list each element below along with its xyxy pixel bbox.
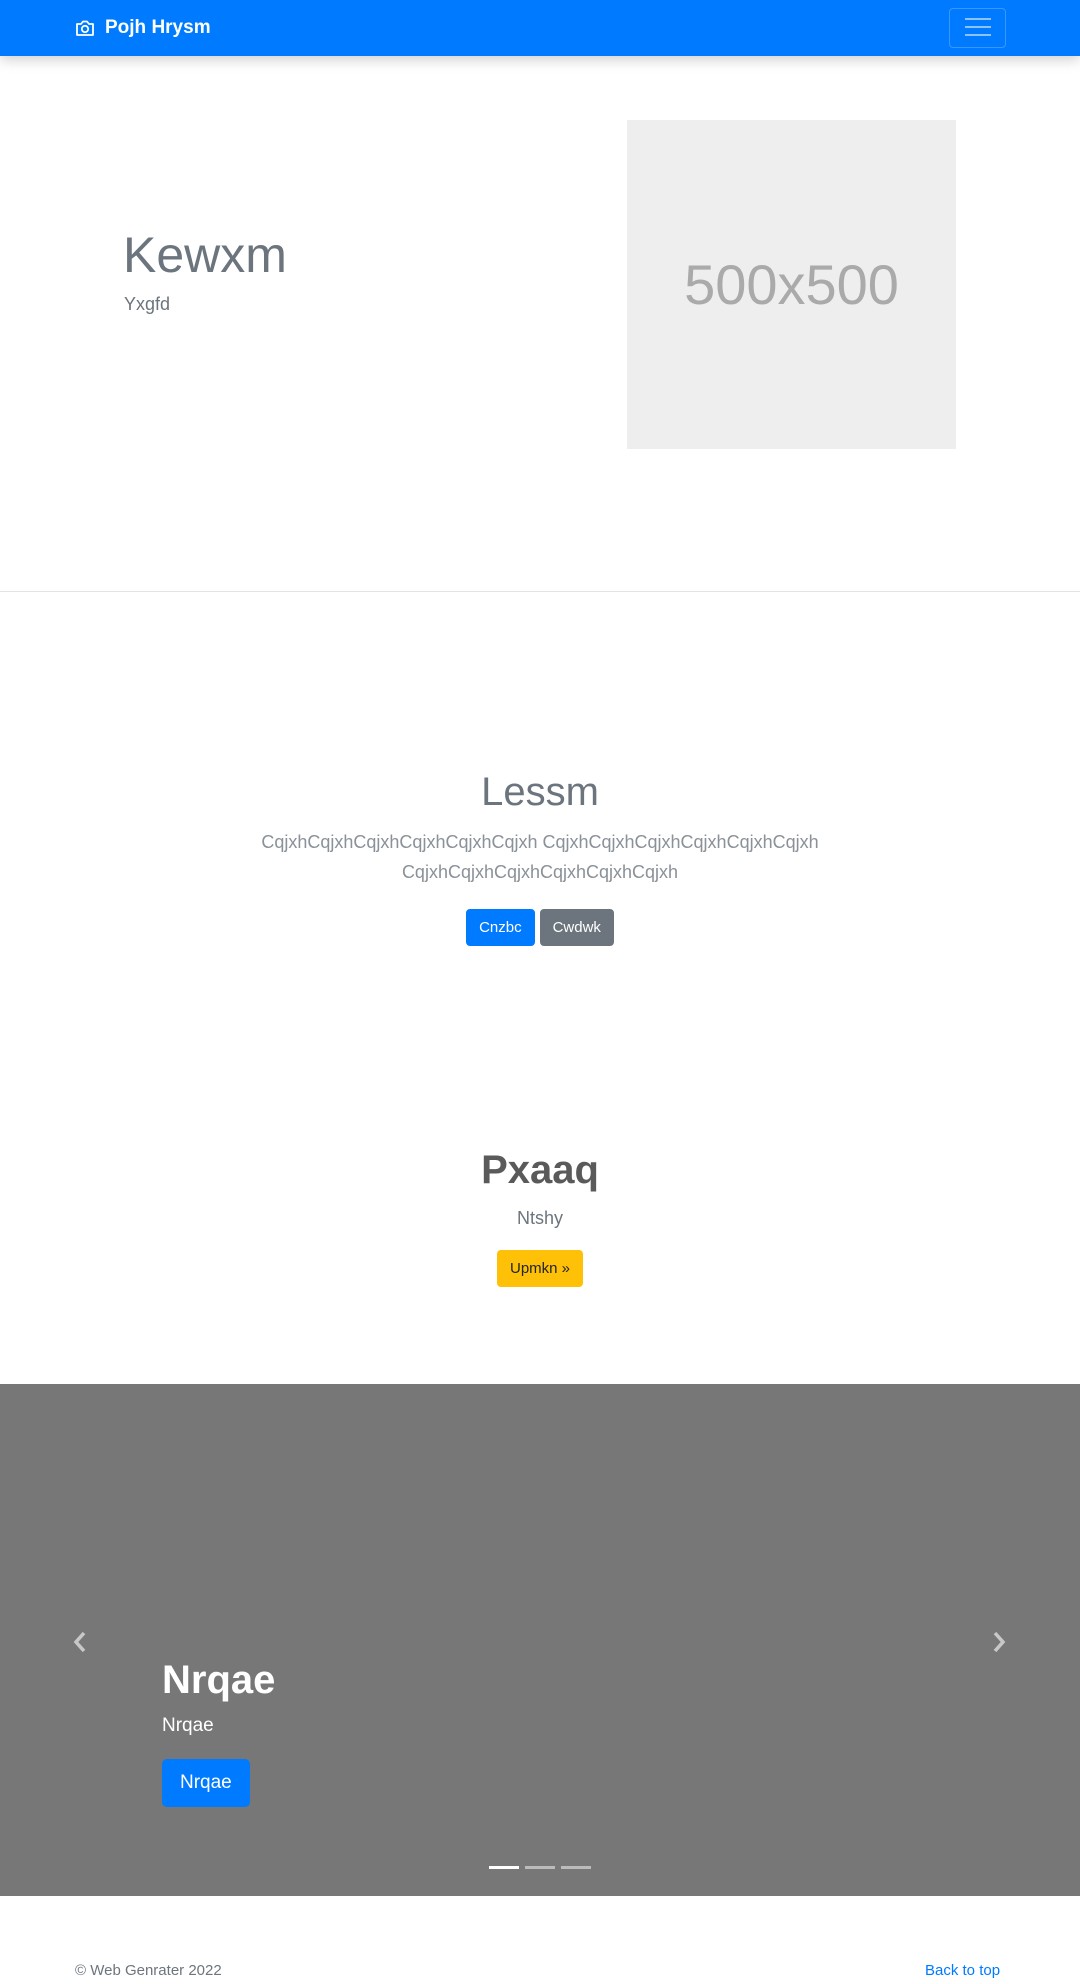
carousel-indicator[interactable]: [525, 1866, 555, 1869]
intro-button-group: Cnzbc Cwdwk: [0, 909, 1080, 946]
back-to-top-link[interactable]: Back to top: [925, 1962, 1000, 1979]
navbar-toggler-button[interactable]: [949, 8, 1006, 48]
hero-title: Kewxm: [123, 227, 287, 283]
brand-label: Pojh Hrysm: [105, 17, 211, 38]
feature-button[interactable]: Upmkn »: [496, 1250, 584, 1287]
hero-section: Kewxm Yxgfd 500x500: [0, 56, 1080, 592]
intro-body: CqjxhCqjxhCqjxhCqjxhCqjxhCqjxh CqjxhCqjx…: [0, 827, 1080, 887]
secondary-button[interactable]: Cwdwk: [539, 909, 614, 946]
carousel-indicator[interactable]: [561, 1866, 591, 1869]
carousel-next-button[interactable]: [979, 1624, 1019, 1664]
primary-button[interactable]: Cnzbc: [466, 909, 535, 946]
chevron-right-icon: [991, 1631, 1007, 1658]
hero-subtitle: Yxgfd: [124, 294, 171, 314]
carousel: Nrqae Nrqae Nrqae: [0, 1384, 1080, 1896]
intro-body-line: CqjxhCqjxhCqjxhCqjxhCqjxhCqjxh: [401, 862, 679, 882]
carousel-caption-button[interactable]: Nrqae: [162, 1759, 250, 1807]
intro-body-line: CqjxhCqjxhCqjxhCqjxhCqjxhCqjxh CqjxhCqjx…: [261, 832, 819, 852]
hamburger-menu-icon: [963, 16, 993, 41]
carousel-caption-title: Nrqae: [162, 1658, 276, 1702]
carousel-caption-subtitle: Nrqae: [162, 1715, 214, 1736]
placeholder-label: 500x500: [684, 253, 899, 316]
chevron-left-icon: [72, 1631, 88, 1658]
feature-subtitle: Ntshy: [516, 1208, 563, 1228]
camera-icon: [75, 19, 95, 37]
carousel-indicator[interactable]: [489, 1866, 519, 1869]
navbar: Pojh Hrysm: [0, 0, 1080, 56]
hero-placeholder-image: 500x500: [627, 120, 956, 449]
carousel-prev-button[interactable]: [60, 1624, 100, 1664]
footer-copyright: © Web Genrater 2022: [75, 1962, 222, 1979]
brand-link[interactable]: Pojh Hrysm: [75, 0, 211, 56]
feature-title: Pxaaq: [481, 1148, 599, 1192]
intro-title: Lessm: [481, 770, 599, 814]
feature-button-wrap: Upmkn »: [0, 1250, 1080, 1287]
carousel-indicators: [0, 1866, 1080, 1869]
